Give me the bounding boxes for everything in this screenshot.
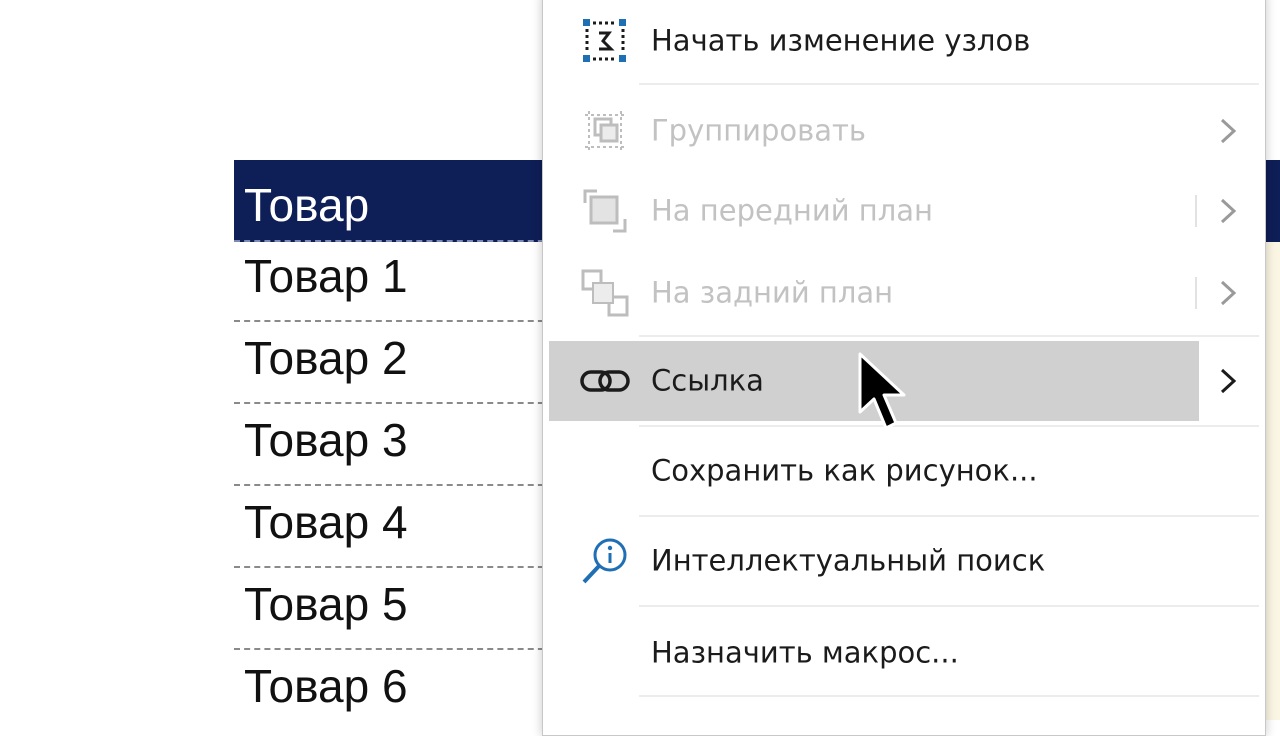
send-backward-icon: [581, 269, 629, 317]
mouse-pointer-icon: [858, 352, 906, 430]
chevron-right-icon: [1220, 368, 1237, 394]
menu-item-label: Сохранить как рисунок...: [651, 453, 1038, 488]
chevron-right-icon: [1220, 118, 1237, 144]
edit-points-icon: [583, 19, 626, 62]
table-row[interactable]: Товар 1: [234, 242, 554, 322]
menu-item-label: Назначить макрос...: [651, 635, 959, 670]
table-row[interactable]: Товар 2: [234, 324, 554, 404]
menu-divider: [639, 695, 1259, 697]
menu-item-label: Ссылка: [651, 363, 764, 398]
smart-lookup-icon: [582, 538, 627, 584]
menu-item-label: Интеллектуальный поиск: [651, 543, 1046, 578]
menu-divider: [639, 335, 1259, 337]
table-row[interactable]: Товар 4: [234, 488, 554, 568]
menu-item-send-backward[interactable]: На задний план: [549, 253, 1255, 333]
menu-item-label: На задний план: [651, 275, 894, 310]
menu-divider: [639, 515, 1259, 517]
menu-divider: [639, 425, 1259, 427]
chevron-right-icon: [1220, 198, 1237, 224]
split-divider: [1195, 277, 1197, 309]
menu-item-label: На передний план: [651, 193, 933, 228]
menu-item-label: Группировать: [651, 113, 867, 148]
menu-divider: [639, 83, 1259, 85]
menu-item-label: Начать изменение узлов: [651, 23, 1031, 58]
table-row[interactable]: Товар 6: [234, 652, 554, 732]
menu-divider: [639, 605, 1259, 607]
header-cell[interactable]: Товар: [234, 160, 554, 242]
menu-item-bring-forward[interactable]: На передний план: [549, 171, 1255, 251]
split-divider: [1195, 195, 1197, 227]
menu-item-assign-macro[interactable]: Назначить макрос...: [549, 613, 1255, 693]
table-row[interactable]: Товар 5: [234, 570, 554, 650]
link-icon: [580, 370, 630, 392]
table-row[interactable]: Товар 3: [234, 406, 554, 486]
bring-forward-icon: [583, 189, 627, 233]
menu-item-group[interactable]: Группировать: [549, 91, 1255, 171]
group-icon: [585, 111, 625, 151]
menu-item-smart-lookup[interactable]: Интеллектуальный поиск: [549, 521, 1255, 601]
menu-item-save-as-picture[interactable]: Сохранить как рисунок...: [549, 431, 1255, 511]
chevron-right-icon: [1220, 280, 1237, 306]
menu-item-edit-points[interactable]: Начать изменение узлов: [549, 1, 1255, 81]
